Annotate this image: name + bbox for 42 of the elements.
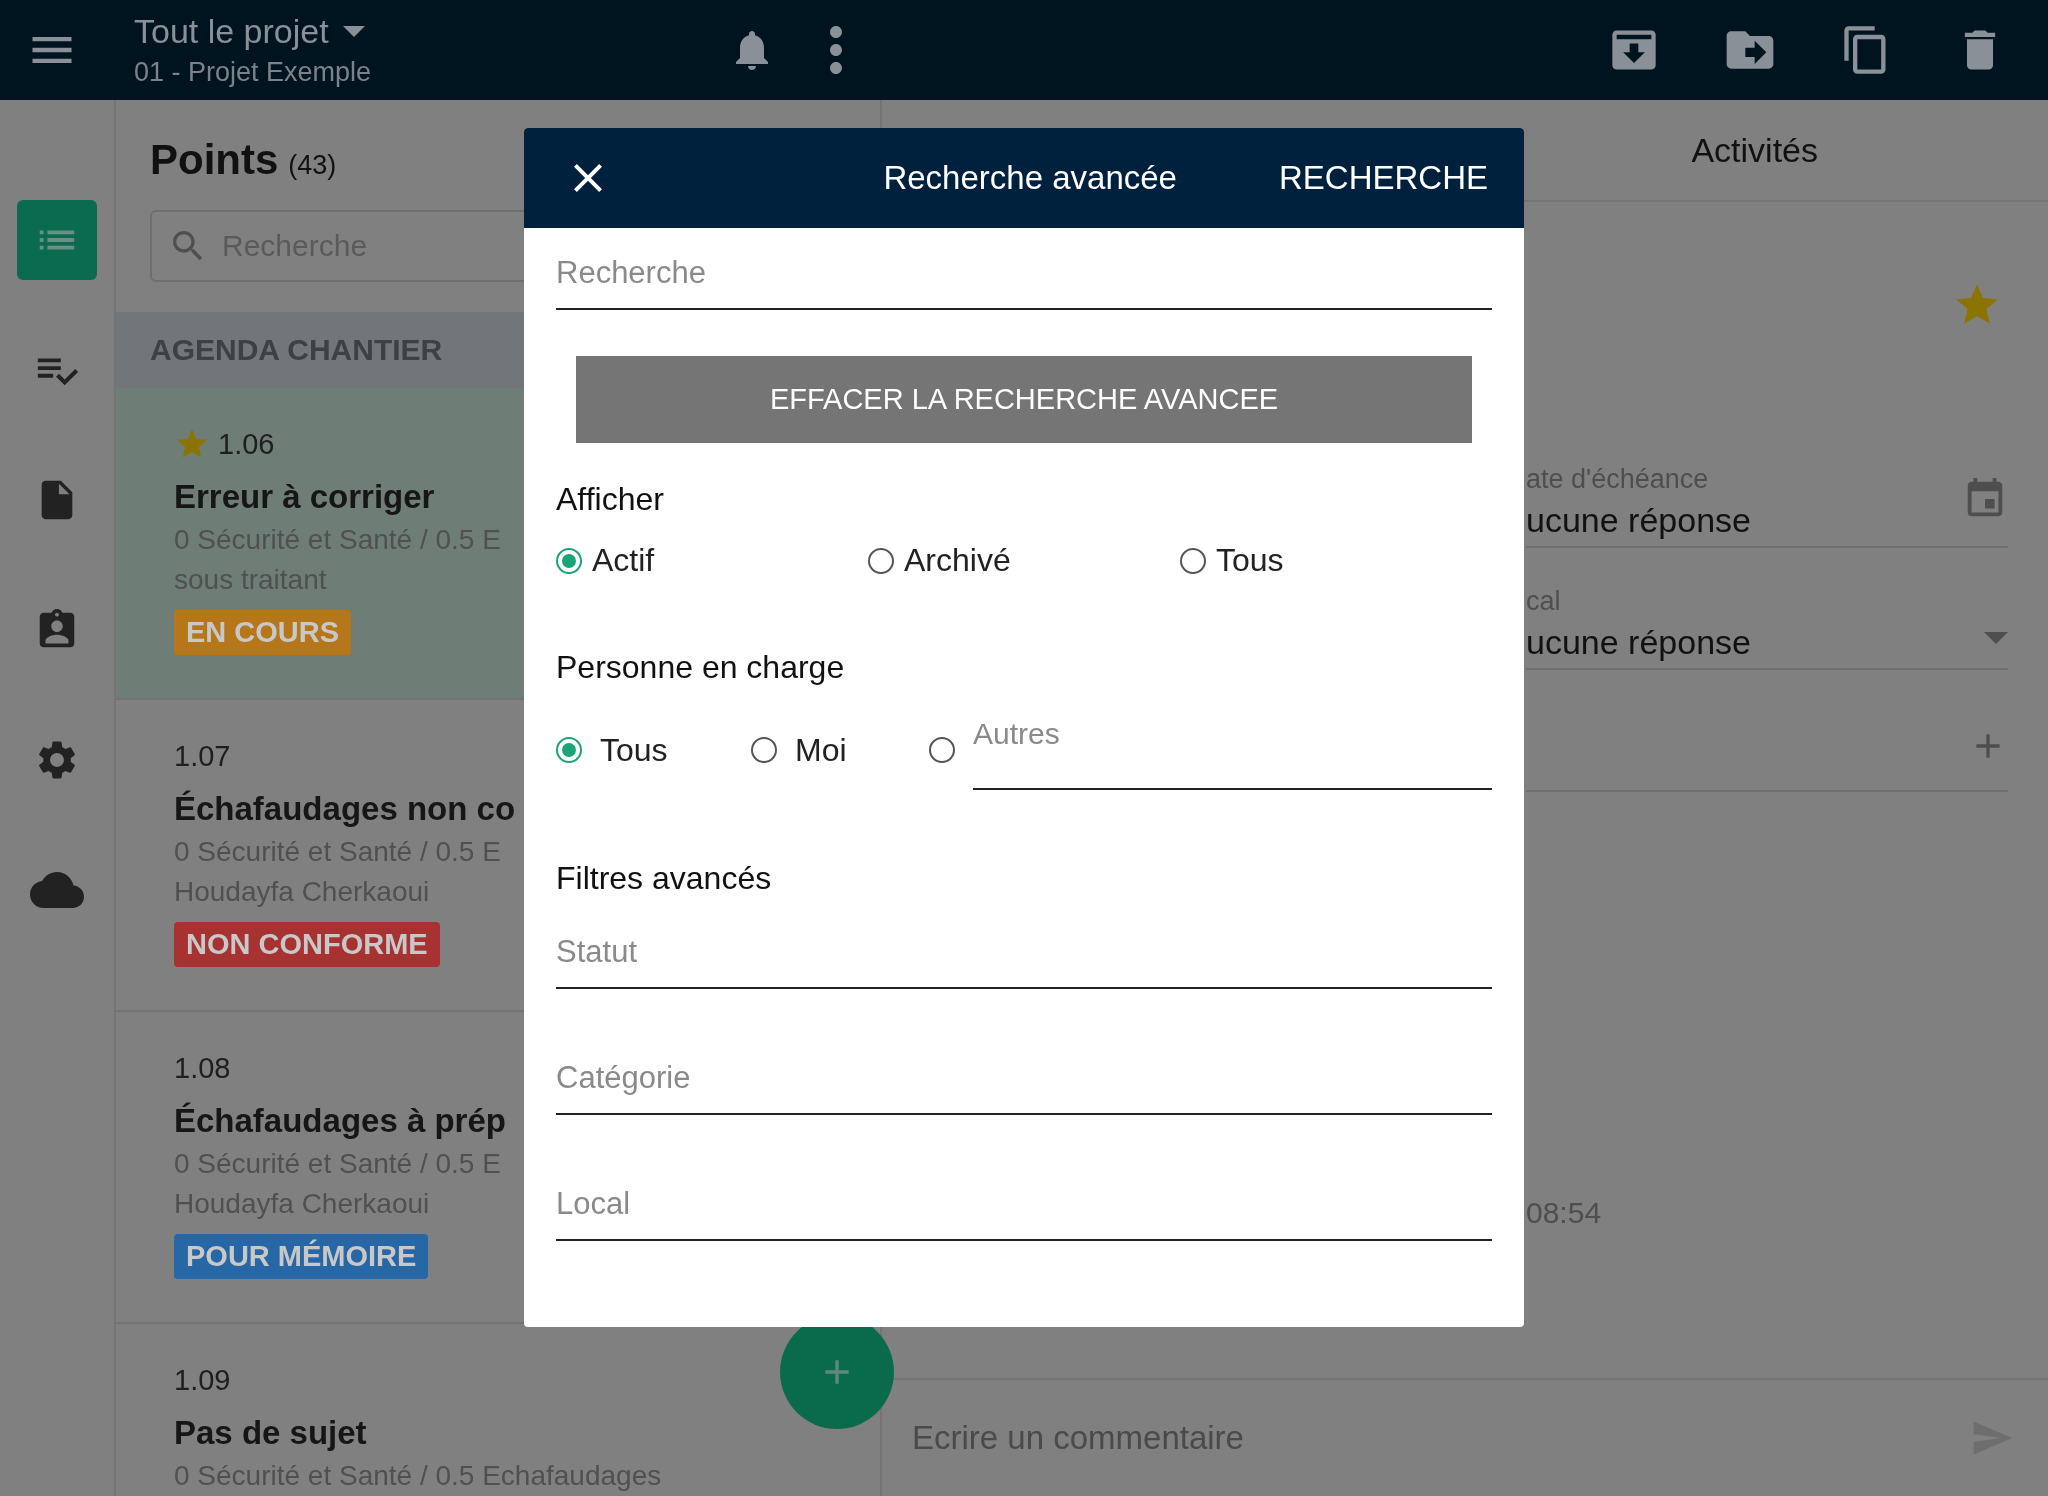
item-count: (43) <box>288 150 337 181</box>
filter-field[interactable]: Statut <box>556 927 1492 989</box>
item-title: Erreur à corriger <box>174 478 435 516</box>
radio-option[interactable]: Tous <box>556 731 668 769</box>
radio-option[interactable]: Tous <box>1180 542 1284 579</box>
search-field[interactable]: Recherche <box>556 248 1492 310</box>
activities-tab[interactable]: Activités <box>1685 129 1824 171</box>
field-value: ucune réponse <box>1526 623 1752 662</box>
item-number: 1.09 <box>174 1363 231 1397</box>
section-label: Filtres avancés <box>556 860 773 897</box>
section-label: Personne en charge <box>556 649 846 686</box>
radio-button[interactable] <box>556 547 582 574</box>
filter-field[interactable]: Catégorie <box>556 1053 1492 1115</box>
caret-icon <box>1984 632 2008 644</box>
radio-button[interactable] <box>556 737 582 763</box>
status-badge: NON CONFORME <box>174 922 440 967</box>
item-number: 1.06 <box>218 427 275 461</box>
field-value: ucune réponse <box>1526 501 1752 540</box>
project-selector[interactable]: Tout le projet <box>134 12 365 51</box>
radio-button[interactable] <box>929 737 955 763</box>
kebab-icon <box>830 26 842 74</box>
status-badge: POUR MÉMOIRE <box>174 1234 429 1279</box>
item-number: 1.07 <box>174 739 231 773</box>
section-label: Afficher <box>556 481 665 518</box>
other-person-field[interactable]: Autres <box>973 710 1492 790</box>
radio-button[interactable] <box>1180 547 1206 574</box>
status-badge: EN COURS <box>174 610 352 655</box>
project-subtitle: 01 - Projet Exemple <box>134 57 373 88</box>
item-title: Échafaudages non co <box>174 790 516 828</box>
radio-button[interactable] <box>868 547 894 574</box>
item-title: Pas de sujet <box>174 1414 367 1452</box>
list-title: Points <box>150 136 279 184</box>
radio-option[interactable]: Actif <box>556 542 655 579</box>
radio-button[interactable] <box>751 737 777 763</box>
filter-field[interactable]: Local <box>556 1179 1492 1241</box>
radio-option[interactable]: Moi <box>751 731 847 769</box>
item-number: 1.08 <box>174 1051 231 1085</box>
dialog-title: Recherche avancée <box>883 159 1177 197</box>
search-button[interactable]: RECHERCHE <box>1272 158 1494 198</box>
item-title: Échafaudages à prép <box>174 1102 506 1140</box>
caret-icon <box>342 26 365 37</box>
clear-search-button[interactable]: EFFACER LA RECHERCHE AVANCEE <box>576 356 1472 443</box>
